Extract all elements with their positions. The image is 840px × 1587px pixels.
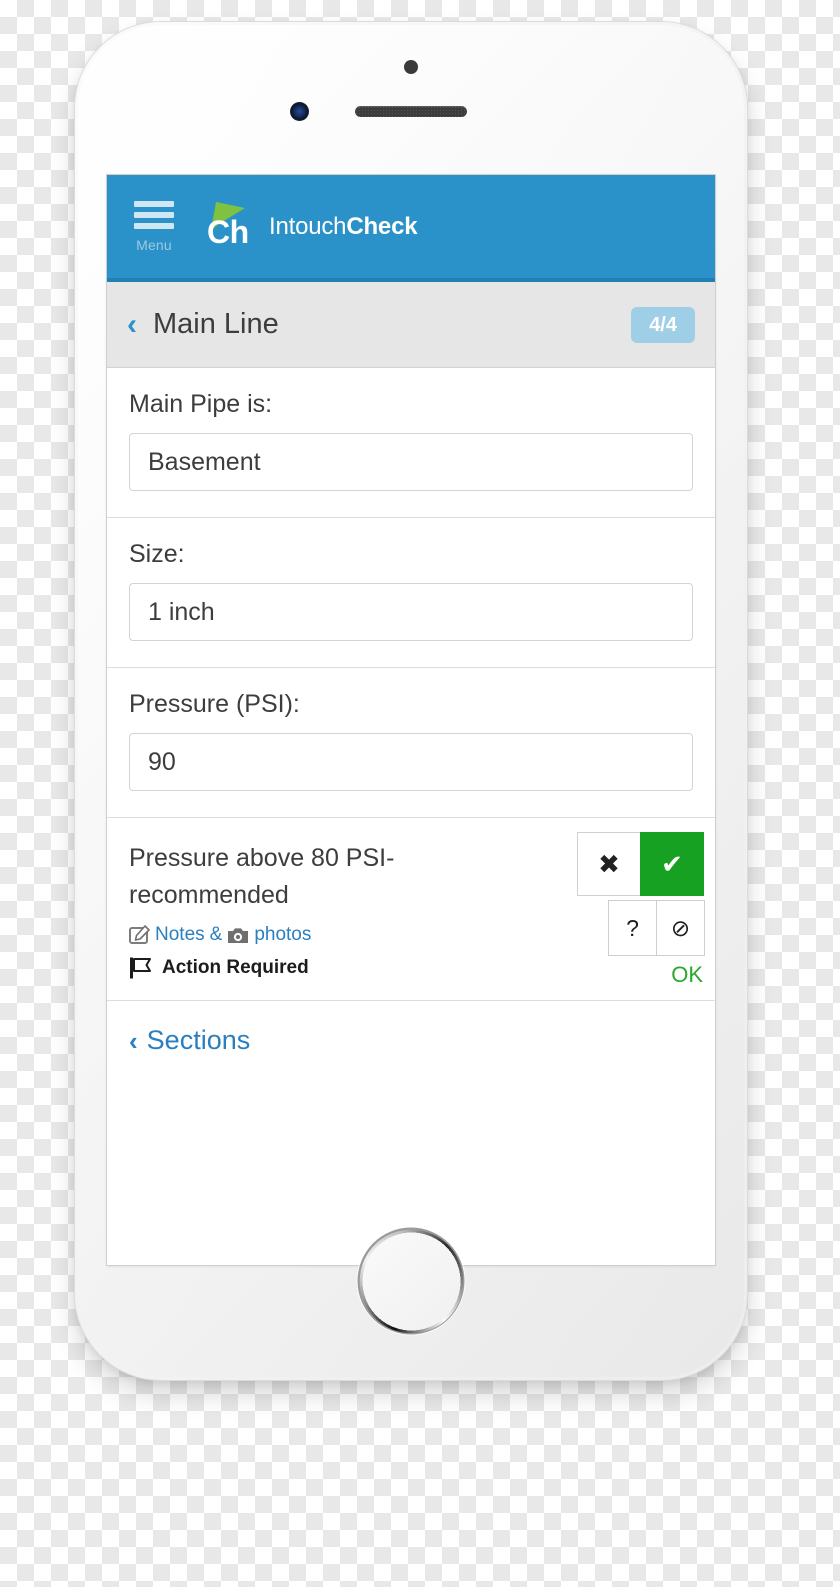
answer-primary-buttons: ✖ ✔ bbox=[577, 832, 705, 896]
edit-pencil-icon[interactable] bbox=[129, 925, 150, 945]
form-field-row: Size: bbox=[107, 518, 715, 668]
phone-screen: Menu Ch IntouchCheck ‹ Main Line 4/4 Mai… bbox=[107, 175, 715, 1265]
earpiece-speaker-icon bbox=[355, 106, 467, 117]
front-camera-icon bbox=[290, 102, 309, 121]
notes-link[interactable]: Notes bbox=[155, 924, 205, 946]
menu-button-label: Menu bbox=[136, 237, 172, 253]
photos-link[interactable]: photos bbox=[254, 924, 311, 946]
flag-icon bbox=[130, 957, 151, 979]
phone-device-frame: Menu Ch IntouchCheck ‹ Main Line 4/4 Mai… bbox=[75, 22, 747, 1380]
pressure-psi-input[interactable] bbox=[129, 733, 693, 791]
home-button[interactable] bbox=[360, 1230, 462, 1332]
answer-unknown-button[interactable]: ? bbox=[608, 900, 657, 956]
menu-button[interactable]: Menu bbox=[125, 201, 183, 252]
size-input[interactable] bbox=[129, 583, 693, 641]
sections-chevron-icon: ‹ bbox=[129, 1025, 138, 1056]
field-label: Size: bbox=[129, 540, 185, 568]
question-text: Pressure above 80 PSI-recommended bbox=[129, 844, 395, 909]
field-label: Pressure (PSI): bbox=[129, 690, 300, 718]
answer-pass-button[interactable]: ✔ bbox=[640, 832, 704, 896]
inspection-question-row: Pressure above 80 PSI-recommended Notes … bbox=[107, 818, 715, 1001]
sections-back-link[interactable]: ‹ Sections bbox=[129, 1025, 250, 1056]
form-field-row: Main Pipe is: bbox=[107, 368, 715, 518]
answer-secondary-buttons: ? ⊘ bbox=[577, 900, 705, 956]
brand-logo[interactable]: Ch IntouchCheck bbox=[203, 200, 418, 254]
hamburger-icon-bar bbox=[134, 223, 174, 229]
brand-name-second: Check bbox=[346, 212, 418, 240]
camera-icon[interactable] bbox=[227, 926, 249, 945]
links-ampersand: & bbox=[209, 924, 223, 945]
back-chevron-icon[interactable]: ‹ bbox=[127, 309, 137, 340]
brand-mark-text: Ch bbox=[207, 213, 249, 250]
brand-mark-icon: Ch bbox=[203, 200, 255, 254]
answer-fail-button[interactable]: ✖ bbox=[577, 832, 641, 896]
page-title: Main Line bbox=[153, 308, 279, 340]
main-pipe-input[interactable] bbox=[129, 433, 693, 491]
hamburger-icon-bar bbox=[134, 212, 174, 218]
answer-button-group: ✖ ✔ ? ⊘ OK bbox=[577, 832, 705, 988]
hamburger-icon-bar bbox=[134, 201, 174, 207]
progress-count-badge: 4/4 bbox=[631, 306, 695, 343]
brand-name-first: Intouch bbox=[269, 212, 347, 240]
brand-name: IntouchCheck bbox=[269, 212, 418, 241]
action-required-label: Action Required bbox=[162, 957, 309, 978]
form-field-row: Pressure (PSI): bbox=[107, 668, 715, 818]
sections-link-label: Sections bbox=[146, 1025, 251, 1055]
answer-status-badge: OK bbox=[671, 962, 703, 987]
field-label: Main Pipe is: bbox=[129, 390, 273, 418]
app-header: Menu Ch IntouchCheck bbox=[107, 175, 715, 282]
sections-footer-row: ‹ Sections bbox=[107, 1001, 715, 1080]
proximity-sensor-icon bbox=[404, 60, 418, 74]
page-sub-header: ‹ Main Line 4/4 bbox=[107, 282, 715, 368]
answer-not-applicable-button[interactable]: ⊘ bbox=[656, 900, 705, 956]
